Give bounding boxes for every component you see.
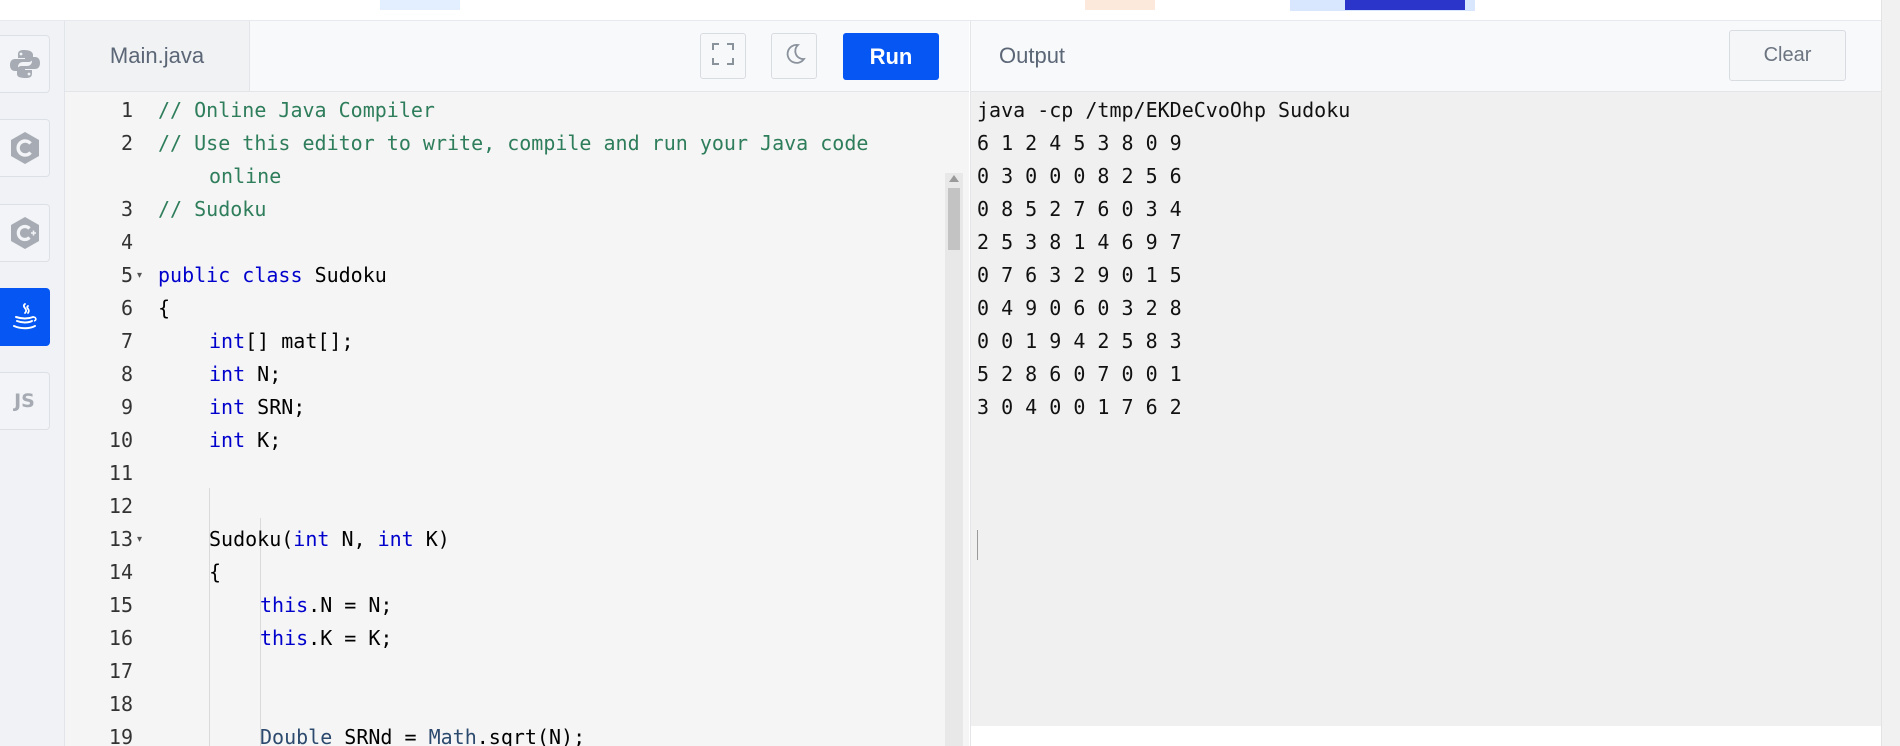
line-number: 6 xyxy=(120,296,133,320)
output-console[interactable]: java -cp /tmp/EKDeCvoOhp Sudoku 6 1 2 4 … xyxy=(971,92,1881,726)
editor-scrollbar-thumb[interactable] xyxy=(948,188,960,250)
language-c-button[interactable] xyxy=(0,119,50,177)
line-number: 3 xyxy=(120,197,133,221)
code-line: // Use this editor to write, compile and… xyxy=(158,131,869,155)
clear-button[interactable]: Clear xyxy=(1729,30,1846,81)
code-line: this.N = N; xyxy=(260,593,393,617)
code-line: int[] mat[]; xyxy=(209,329,354,353)
output-line: 6 1 2 4 5 3 8 0 9 xyxy=(977,131,1182,155)
line-number: 14 xyxy=(108,560,133,584)
code-line: // Online Java Compiler xyxy=(158,98,435,122)
output-line: 0 7 6 3 2 9 0 1 5 xyxy=(977,263,1182,287)
output-line: 5 2 8 6 0 7 0 0 1 xyxy=(977,362,1182,386)
line-number: 10 xyxy=(108,428,133,452)
language-cpp-button[interactable] xyxy=(0,204,50,262)
output-title: Output xyxy=(999,43,1066,68)
line-number: 5 xyxy=(120,263,133,287)
line-number: 9 xyxy=(120,395,133,419)
line-number: 19 xyxy=(108,725,133,746)
output-toolbar: Output Clear xyxy=(971,21,1881,92)
output-panel: Output Clear java -cp /tmp/EKDeCvoOhp Su… xyxy=(970,21,1881,746)
language-java-button[interactable] xyxy=(0,288,50,346)
code-line: int K; xyxy=(209,428,282,452)
file-tab-main-java[interactable]: Main.java xyxy=(65,21,250,91)
code-line: { xyxy=(209,560,222,584)
output-line: 3 0 4 0 0 1 7 6 2 xyxy=(977,395,1182,419)
fold-toggle[interactable]: ▾ xyxy=(137,259,149,292)
language-sidebar: JS xyxy=(0,21,65,746)
code-line: this.K = K; xyxy=(260,626,393,650)
output-line: 0 0 1 9 4 2 5 8 3 xyxy=(977,329,1182,353)
code-line: public class Sudoku xyxy=(158,263,387,287)
code-line: int N; xyxy=(209,362,282,386)
top-banner-strip xyxy=(0,0,1900,21)
javascript-icon: JS xyxy=(14,390,35,412)
python-icon xyxy=(8,47,42,81)
dark-mode-toggle[interactable] xyxy=(771,33,817,79)
line-number: 2 xyxy=(120,131,133,155)
line-number: 11 xyxy=(108,461,133,485)
java-icon xyxy=(8,300,42,334)
code-line: // Sudoku xyxy=(158,197,267,221)
moon-icon xyxy=(781,41,807,72)
code-line: { xyxy=(158,296,171,320)
line-number: 8 xyxy=(120,362,133,386)
language-javascript-button[interactable]: JS xyxy=(0,372,50,430)
line-number: 15 xyxy=(108,593,133,617)
scroll-up-arrow-icon[interactable] xyxy=(949,175,959,182)
fullscreen-icon xyxy=(710,41,736,72)
code-editor-panel: Main.java Run 1 2 3 4 5 6 7 8 9 10 11 12… xyxy=(65,21,969,746)
editor-toolbar: Main.java Run xyxy=(65,21,969,92)
output-line: 0 4 9 0 6 0 3 2 8 xyxy=(977,296,1182,320)
line-number: 17 xyxy=(108,659,133,683)
output-line: 0 8 5 2 7 6 0 3 4 xyxy=(977,197,1182,221)
code-line: Double SRNd = Math.sqrt(N); xyxy=(260,725,586,746)
editor-scrollbar[interactable] xyxy=(945,173,963,746)
code-line: int SRN; xyxy=(209,395,306,419)
code-area[interactable]: 1 2 3 4 5 6 7 8 9 10 11 12 13 14 15 16 1… xyxy=(65,92,969,746)
line-number: 12 xyxy=(108,494,133,518)
line-number: 7 xyxy=(120,329,133,353)
line-number: 4 xyxy=(120,230,133,254)
line-number: 1 xyxy=(120,98,133,122)
page-scrollbar[interactable] xyxy=(1881,0,1900,746)
output-line: java -cp /tmp/EKDeCvoOhp Sudoku xyxy=(977,98,1351,122)
line-number: 18 xyxy=(108,692,133,716)
output-line: 0 3 0 0 0 8 2 5 6 xyxy=(977,164,1182,188)
c-icon xyxy=(7,130,43,166)
cpp-icon xyxy=(7,215,43,251)
line-number: 16 xyxy=(108,626,133,650)
output-line: 2 5 3 8 1 4 6 9 7 xyxy=(977,230,1182,254)
fold-toggle[interactable]: ▾ xyxy=(137,523,149,556)
code-line: Sudoku(int N, int K) xyxy=(209,527,450,551)
fullscreen-button[interactable] xyxy=(700,33,746,79)
input-cursor xyxy=(977,530,978,560)
code-line-wrap: online xyxy=(209,164,282,188)
line-number: 13 xyxy=(108,527,133,551)
run-button[interactable]: Run xyxy=(843,33,939,80)
language-python-button[interactable] xyxy=(0,35,50,93)
